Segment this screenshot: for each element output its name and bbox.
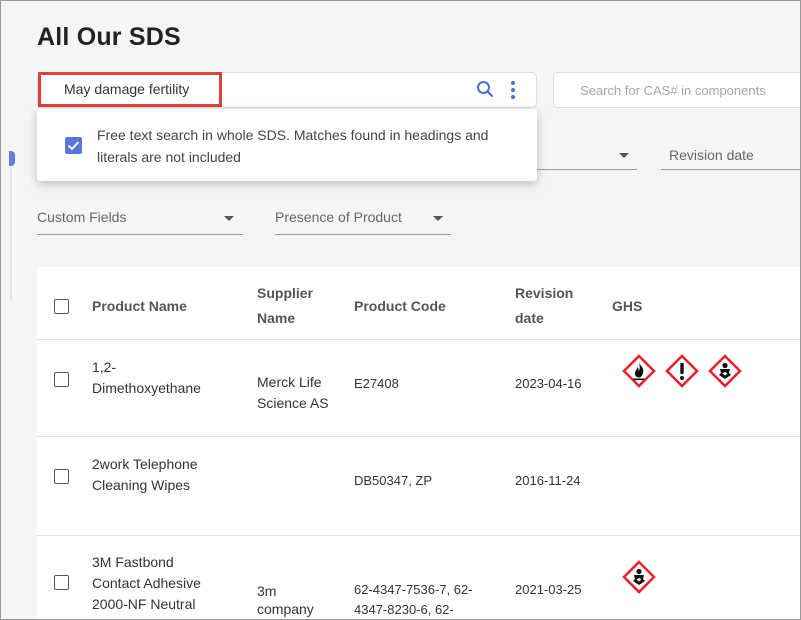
product-name[interactable]: 3M Fastbond: [92, 552, 174, 573]
custom-fields-filter[interactable]: Custom Fields: [37, 209, 243, 235]
chevron-down-icon: [224, 216, 234, 221]
column-header-supplier-name[interactable]: Supplier: [257, 281, 313, 306]
more-options-icon[interactable]: [509, 80, 517, 100]
row-checkbox[interactable]: [54, 575, 69, 590]
row-checkbox[interactable]: [54, 469, 69, 484]
check-icon: [67, 141, 80, 151]
filter-underline: [537, 169, 637, 170]
cas-search-input[interactable]: [553, 72, 800, 108]
page-title: All Our SDS: [37, 23, 181, 51]
revision-date: 2023-04-16: [515, 376, 582, 391]
row-divider: [37, 339, 800, 340]
search-term-highlight: [38, 72, 222, 107]
supplier-name: Merck Life: [257, 374, 322, 390]
product-name[interactable]: 1,2-: [92, 357, 116, 378]
select-all-checkbox[interactable]: [54, 299, 69, 314]
chevron-down-icon: [433, 216, 443, 221]
product-code: E27408: [354, 376, 399, 391]
custom-fields-label: Custom Fields: [37, 209, 127, 225]
sidebar-collapse-handle[interactable]: [9, 151, 15, 166]
product-name[interactable]: 2work Telephone: [92, 454, 198, 475]
column-header-product-code[interactable]: Product Code: [354, 294, 446, 319]
free-text-search-label: Free text search in whole SDS. Matches f…: [97, 127, 489, 165]
health-hazard-icon: [708, 354, 742, 388]
column-header-ghs: GHS: [612, 298, 643, 314]
revision-date-filter[interactable]: Revision date: [669, 147, 754, 163]
row-divider: [37, 535, 800, 536]
revision-date: 2021-03-25: [515, 582, 582, 597]
product-code: DB50347, ZP: [354, 473, 433, 488]
column-header-revision-date-line2[interactable]: date: [515, 306, 544, 331]
product-name-line2[interactable]: Contact Adhesive: [92, 573, 201, 594]
product-name-line3[interactable]: 2000-NF Neutral: [92, 594, 196, 615]
row-divider: [37, 436, 800, 437]
search-icon[interactable]: [476, 80, 494, 98]
column-header-revision-date[interactable]: Revision: [515, 281, 573, 306]
revision-date: 2016-11-24: [515, 473, 581, 488]
product-code-line2: 4347-8230-6, 62-: [354, 602, 454, 617]
health-hazard-icon: [622, 560, 656, 594]
supplier-name-line2: Science AS: [257, 395, 329, 411]
column-header-supplier-name-line2[interactable]: Name: [257, 306, 295, 331]
free-text-search-checkbox[interactable]: [65, 137, 82, 154]
exclamation-icon: [665, 354, 699, 388]
sidebar-edge: [10, 151, 12, 301]
presence-of-product-filter[interactable]: Presence of Product: [275, 209, 451, 235]
flammable-icon: [622, 354, 656, 388]
product-code: 62-4347-7536-7, 62-: [354, 582, 473, 597]
product-name-line2[interactable]: Dimethoxyethane: [92, 378, 201, 399]
presence-of-product-label: Presence of Product: [275, 209, 402, 225]
column-header-product-name[interactable]: Product Name: [92, 294, 187, 319]
search-options-popover: Free text search in whole SDS. Matches f…: [37, 109, 537, 181]
product-name-line2[interactable]: Cleaning Wipes: [92, 475, 190, 496]
chevron-down-icon[interactable]: [619, 153, 629, 158]
row-checkbox[interactable]: [54, 372, 69, 387]
supplier-name-line2: company: [257, 601, 314, 617]
app-frame: All Our SDS May damage fertility Revisio…: [0, 0, 801, 620]
filter-underline: [661, 169, 800, 170]
